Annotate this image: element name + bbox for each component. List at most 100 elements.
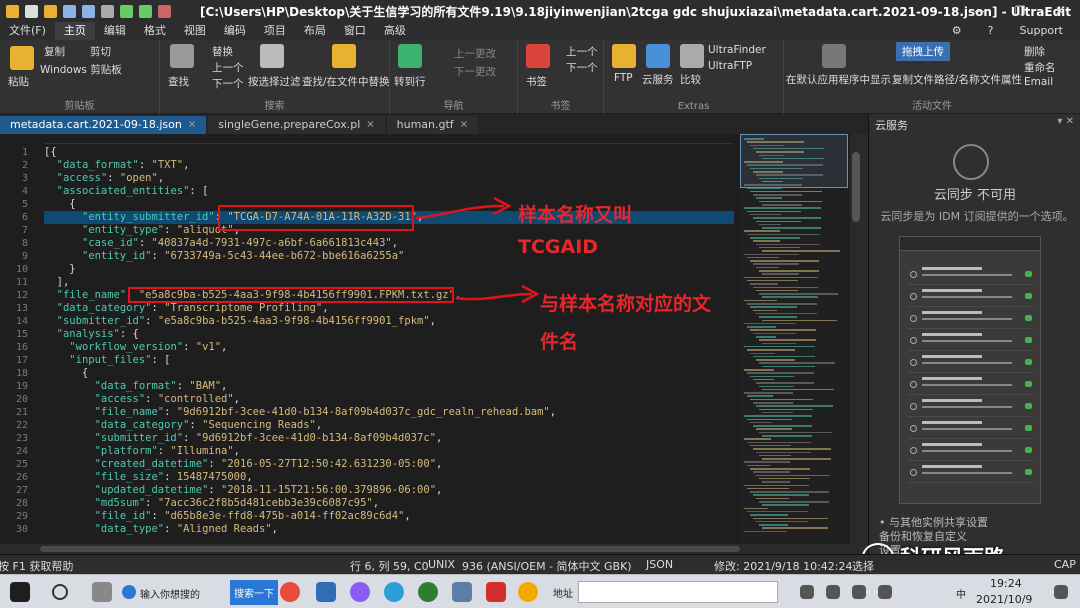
help-icon[interactable]: ?: [979, 22, 1003, 40]
code-line[interactable]: "data_category": "Sequencing Reads",: [44, 419, 734, 432]
ultraftp-button[interactable]: UltraFTP: [708, 60, 752, 72]
save-all-icon[interactable]: [82, 4, 95, 18]
code-line[interactable]: "access": "open",: [44, 172, 734, 185]
menu-project[interactable]: 项目: [255, 22, 295, 40]
menu-encoding[interactable]: 编码: [215, 22, 255, 40]
replace-button[interactable]: 替换: [212, 44, 233, 59]
volume-icon[interactable]: [878, 585, 892, 599]
find-up-button[interactable]: 上一个: [212, 60, 244, 75]
status-syntax[interactable]: JSON: [646, 558, 673, 571]
open-icon[interactable]: [44, 4, 57, 18]
close-button[interactable]: ✕: [1040, 0, 1080, 22]
ultraedit-taskbar-icon[interactable]: [518, 582, 538, 602]
chrome-icon[interactable]: [280, 582, 300, 602]
status-position[interactable]: 行 6, 列 59, C0: [350, 558, 429, 574]
ultrafinder-button[interactable]: UltraFinder: [708, 44, 766, 56]
cloud-service-button[interactable]: 云服务: [642, 72, 674, 87]
next-change-button[interactable]: 下一更改: [454, 64, 496, 79]
code-line[interactable]: "entity_id": "6733749a-5c43-44ee-b672-bb…: [44, 250, 734, 263]
minimap-viewport[interactable]: [740, 134, 848, 188]
menu-layout[interactable]: 布局: [295, 22, 335, 40]
delete-file-button[interactable]: 删除: [1024, 44, 1045, 59]
code-line[interactable]: "file_id": "d65b8e3e-ffd8-475b-a014-ff02…: [44, 510, 734, 523]
code-line[interactable]: "submitter_id": "9d6912bf-3cee-41d0-b134…: [44, 432, 734, 445]
settings-icon[interactable]: ⚙: [943, 22, 971, 40]
notification-icon[interactable]: [1054, 585, 1068, 599]
code-line[interactable]: "input_files": [: [44, 354, 734, 367]
maximize-button[interactable]: ❐: [1000, 0, 1040, 22]
code-line[interactable]: "access": "controlled",: [44, 393, 734, 406]
wps-icon[interactable]: [486, 582, 506, 602]
filter-selection-button[interactable]: 按选择过滤: [248, 74, 301, 89]
menu-advanced[interactable]: 高级: [375, 22, 415, 40]
rename-file-button[interactable]: 重命名: [1024, 60, 1056, 75]
menu-file[interactable]: 文件(F): [0, 22, 55, 40]
code-line[interactable]: "case_id": "40837a4d-7931-497c-a6bf-6a66…: [44, 237, 734, 250]
copy-file-path-button[interactable]: 复制文件路径/名称: [892, 72, 980, 87]
address-input[interactable]: [578, 581, 778, 603]
code-line[interactable]: "data_format": "BAM",: [44, 380, 734, 393]
copy-button[interactable]: 复制: [44, 44, 65, 59]
email-file-button[interactable]: Email: [1024, 76, 1053, 88]
show-in-default-app-button[interactable]: 在默认应用程序中显示: [786, 72, 891, 87]
tab-close-icon[interactable]: ×: [188, 116, 196, 134]
paste-button[interactable]: 粘贴: [8, 74, 29, 89]
ftp-button[interactable]: FTP: [614, 72, 633, 84]
file-properties-button[interactable]: 文件属性: [980, 72, 1022, 87]
clock-date[interactable]: 2021/10/9: [976, 593, 1032, 606]
search-icon[interactable]: [52, 584, 68, 600]
prev-change-button[interactable]: 上一更改: [454, 46, 496, 61]
save-icon[interactable]: [63, 4, 76, 18]
code-line[interactable]: "updated_datetime": "2018-11-15T21:56:00…: [44, 484, 734, 497]
vertical-scrollbar[interactable]: [850, 134, 862, 544]
taskbar-search-button[interactable]: 搜索一下: [230, 580, 278, 605]
code-line[interactable]: "md5sum": "7acc36c2f8b5d481cebb3e39c6087…: [44, 497, 734, 510]
taskbar-search-box[interactable]: 输入你想搜的: [140, 586, 200, 601]
start-icon[interactable]: [10, 582, 30, 602]
status-codepage[interactable]: 936 (ANSI/OEM - 简体中文 GBK): [462, 558, 632, 574]
upload-button[interactable]: 拖拽上传: [896, 42, 950, 61]
code-line[interactable]: }: [44, 263, 734, 276]
code-line[interactable]: [{: [44, 146, 734, 159]
horizontal-scroll-thumb[interactable]: [40, 546, 740, 552]
menu-view[interactable]: 视图: [175, 22, 215, 40]
code-line[interactable]: "submitter_id": "e5a8c9ba-b525-4aa3-9f98…: [44, 315, 734, 328]
vertical-scroll-thumb[interactable]: [852, 152, 860, 222]
find-in-files-button[interactable]: 查找/在文件中替换: [302, 74, 390, 89]
windows-clipboard-button[interactable]: Windows 剪贴板: [40, 62, 122, 77]
code-line[interactable]: {: [44, 367, 734, 380]
tab-human-gtf[interactable]: human.gtf ×: [386, 116, 479, 134]
bookmark-next-button[interactable]: 下一个: [566, 60, 598, 75]
tab-metadata-json[interactable]: metadata.cart.2021-09-18.json ×: [0, 116, 207, 134]
find-button[interactable]: 查找: [168, 74, 189, 89]
code-line[interactable]: "workflow_version": "v1",: [44, 341, 734, 354]
code-line[interactable]: "data_format": "TXT",: [44, 159, 734, 172]
code-line[interactable]: "associated_entities": [: [44, 185, 734, 198]
find-down-button[interactable]: 下一个: [212, 76, 244, 91]
tab-singlegene-pl[interactable]: singleGene.prepareCox.pl ×: [208, 116, 385, 134]
menu-window[interactable]: 窗口: [335, 22, 375, 40]
task-view-icon[interactable]: [92, 582, 112, 602]
compare-button[interactable]: 比较: [680, 72, 701, 87]
tray-icon[interactable]: [800, 585, 814, 599]
app-icon[interactable]: [350, 582, 370, 602]
code-line[interactable]: "file_name": "9d6912bf-3cee-41d0-b134-8a…: [44, 406, 734, 419]
panel-controls[interactable]: ▾ ✕: [1057, 116, 1074, 127]
minimize-button[interactable]: —: [960, 0, 1000, 22]
menu-edit[interactable]: 编辑: [95, 22, 135, 40]
clock-time[interactable]: 19:24: [990, 577, 1022, 590]
new-file-icon[interactable]: [25, 4, 38, 18]
tab-close-icon[interactable]: ×: [366, 116, 374, 134]
tray-icon[interactable]: [826, 585, 840, 599]
support-link[interactable]: Support: [1011, 22, 1072, 40]
word-icon[interactable]: [316, 582, 336, 602]
tab-close-icon[interactable]: ×: [460, 116, 468, 134]
code-line[interactable]: "platform": "Illumina",: [44, 445, 734, 458]
bookmark-prev-button[interactable]: 上一个: [566, 44, 598, 59]
code-line[interactable]: "created_datetime": "2016-05-27T12:50:42…: [44, 458, 734, 471]
ime-indicator[interactable]: 中: [956, 586, 966, 601]
customize-icon[interactable]: [158, 4, 171, 18]
print-icon[interactable]: [101, 4, 114, 18]
code-line[interactable]: "file_size": 15487475000,: [44, 471, 734, 484]
app3-icon[interactable]: [452, 582, 472, 602]
